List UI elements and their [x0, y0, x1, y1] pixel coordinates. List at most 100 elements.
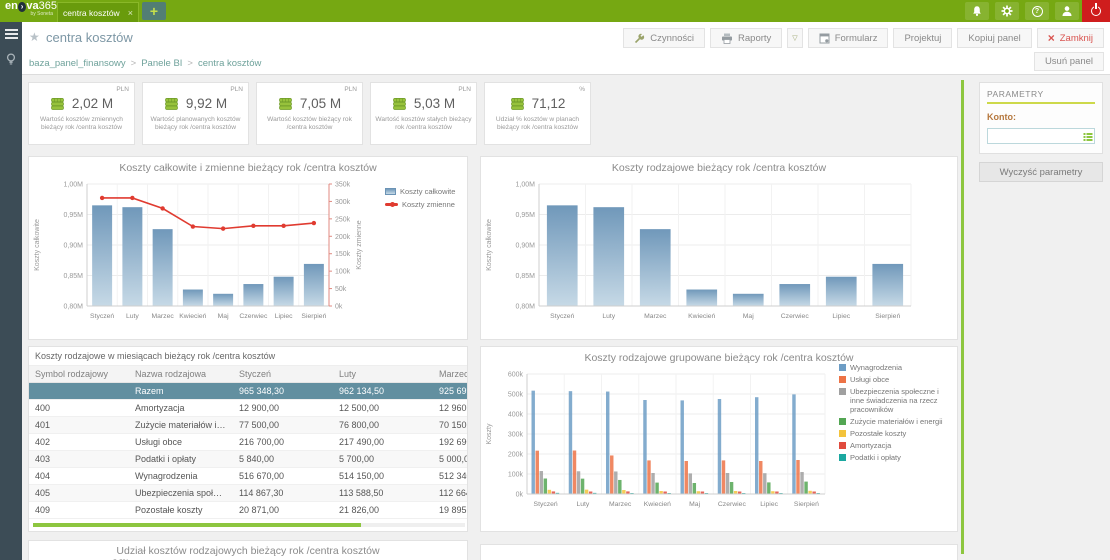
table-row[interactable]: 403Podatki i opłaty5 840,005 700,005 000…: [29, 450, 468, 467]
svg-text:Koszty: Koszty: [486, 423, 493, 445]
svg-text:0,90M: 0,90M: [516, 243, 536, 250]
favorite-star-icon[interactable]: ★: [29, 30, 40, 44]
svg-text:Koszty całkowite: Koszty całkowite: [486, 219, 493, 271]
table-column-header[interactable]: Marzec: [433, 366, 468, 382]
printer-icon: [721, 33, 733, 44]
kpi-value: 9,92 M: [186, 96, 227, 111]
toolbar-buttons: Czynności Raporty ▽ Formularz Projektuj …: [623, 28, 1104, 48]
table-scrollbar[interactable]: [33, 523, 465, 527]
user-button[interactable]: [1055, 2, 1079, 20]
pie-chart-title: Udział kosztów rodzajowych bieżący rok /…: [29, 541, 467, 557]
svg-text:Czerwiec: Czerwiec: [239, 313, 268, 320]
svg-text:Luty: Luty: [602, 313, 615, 320]
lookup-list-icon[interactable]: [1083, 129, 1093, 147]
close-x-icon: ×: [1048, 32, 1055, 44]
zamknij-button[interactable]: × Zamknij: [1037, 28, 1104, 48]
tab-close-icon[interactable]: ×: [128, 8, 133, 18]
breadcrumb-item[interactable]: centra kosztów: [198, 58, 261, 69]
czynnosci-button[interactable]: Czynności: [623, 28, 705, 48]
svg-text:500k: 500k: [508, 392, 524, 399]
table-summary-row[interactable]: Razem965 348,30962 134,50925 699,60: [29, 382, 468, 399]
svg-text:0,80M: 0,80M: [516, 304, 536, 311]
series-swatch-icon: [839, 418, 846, 425]
table-row[interactable]: 402Usługi obce216 700,00217 490,00192 69…: [29, 433, 468, 450]
table-row[interactable]: 405Ubezpieczenia społeczne i inne...114 …: [29, 484, 468, 501]
svg-text:Luty: Luty: [126, 313, 139, 320]
svg-text:350k: 350k: [335, 182, 351, 189]
table-column-header[interactable]: Nazwa rodzajowa: [129, 366, 233, 382]
svg-text:0,85M: 0,85M: [516, 273, 536, 280]
kopiuj-panel-button[interactable]: Kopiuj panel: [957, 28, 1031, 48]
table-row[interactable]: 401Zużycie materiałów i energii77 500,00…: [29, 416, 468, 433]
data-table: Symbol rodzajowyNazwa rodzajowaStyczeńLu…: [29, 366, 468, 519]
gear-icon: [1001, 5, 1013, 17]
combo-chart-legend: Koszty całkowiteKoszty zmienne: [385, 187, 465, 209]
projektuj-label: Projektuj: [904, 33, 941, 44]
svg-text:Marzec: Marzec: [609, 501, 632, 508]
logo-arrow-icon: ›: [18, 2, 26, 12]
svg-text:0,95M: 0,95M: [64, 212, 84, 219]
table-column-header[interactable]: Symbol rodzajowy: [29, 366, 129, 382]
help-button[interactable]: ?: [1025, 2, 1049, 20]
kpi-unit: PLN: [458, 86, 471, 93]
svg-text:300k: 300k: [508, 432, 524, 439]
konto-input[interactable]: [987, 128, 1095, 144]
left-sidebar: [0, 22, 22, 560]
menu-icon[interactable]: [5, 29, 18, 39]
svg-text:200k: 200k: [335, 234, 351, 241]
svg-text:Lipiec: Lipiec: [760, 501, 778, 508]
svg-text:200k: 200k: [508, 452, 524, 459]
bar-chart-title: Koszty rodzajowe bieżący rok /centra kos…: [481, 157, 957, 176]
app-window: en›va365 by Soneta centra kosztów × + ?: [0, 0, 1110, 560]
logout-button[interactable]: [1082, 0, 1110, 22]
kpi-value: 7,05 M: [300, 96, 341, 111]
svg-text:Koszty całkowite: Koszty całkowite: [34, 219, 41, 271]
chevron-down-icon: ▽: [792, 34, 797, 42]
legend-item: Koszty zmienne: [385, 200, 465, 209]
tab-centra-kosztow[interactable]: centra kosztów ×: [57, 2, 139, 22]
projektuj-button[interactable]: Projektuj: [893, 28, 952, 48]
table-row[interactable]: 409Pozostałe koszty20 871,0021 826,0019 …: [29, 501, 468, 518]
kopiuj-panel-label: Kopiuj panel: [968, 33, 1020, 44]
notifications-button[interactable]: [965, 2, 989, 20]
assistant-icon[interactable]: [5, 53, 18, 71]
breadcrumb-item[interactable]: Panele BI: [141, 58, 182, 69]
svg-text:100k: 100k: [335, 269, 351, 276]
page-title: centra kosztów: [46, 30, 133, 45]
table-scrollbar-thumb[interactable]: [33, 523, 361, 527]
raporty-dropdown-button[interactable]: ▽: [787, 28, 802, 48]
svg-text:1,00M: 1,00M: [64, 182, 84, 189]
raporty-label: Raporty: [738, 33, 771, 44]
svg-text:250k: 250k: [335, 216, 351, 223]
grouped-chart-legend: WynagrodzeniaUsługi obceUbezpieczenia sp…: [839, 363, 953, 462]
formularz-button[interactable]: Formularz: [808, 28, 889, 48]
svg-text:Lipiec: Lipiec: [832, 313, 850, 320]
bottom-right-card: [480, 544, 958, 560]
kpi-value: 71,12: [532, 96, 566, 111]
parameters-card: PARAMETRY Konto:: [979, 82, 1103, 154]
table-row[interactable]: 404Wynagrodzenia516 670,00514 150,00512 …: [29, 467, 468, 484]
coins-icon: [164, 97, 179, 111]
legend-item: Wynagrodzenia: [839, 363, 953, 372]
settings-button[interactable]: [995, 2, 1019, 20]
raporty-button[interactable]: Raporty: [710, 28, 782, 48]
kpi-unit: %: [579, 86, 585, 93]
usun-panel-button[interactable]: Usuń panel: [1034, 52, 1104, 71]
svg-text:1,00M: 1,00M: [516, 182, 536, 189]
bar-chart-svg: 1,00M0,95M0,90M0,85M0,80MStyczeńLutyMarz…: [481, 176, 957, 338]
svg-text:Kwiecień: Kwiecień: [688, 313, 715, 320]
kpi-label: Wartość kosztów stałych bieżący rok /cen…: [371, 116, 476, 132]
new-tab-button[interactable]: +: [142, 2, 166, 20]
clear-parameters-button[interactable]: Wyczyść parametry: [979, 162, 1103, 182]
table-row[interactable]: 400Amortyzacja12 900,0012 500,0012 960,0…: [29, 399, 468, 416]
svg-text:Maj: Maj: [743, 313, 754, 320]
kpi-label: Wartość kosztów bieżący rok /centra kosz…: [257, 116, 362, 132]
svg-text:Marzec: Marzec: [151, 313, 174, 320]
svg-text:Marzec: Marzec: [644, 313, 667, 320]
main-scrollbar[interactable]: [961, 80, 964, 554]
breadcrumb-item[interactable]: baza_panel_finansowy: [29, 58, 126, 69]
table-column-header[interactable]: Luty: [333, 366, 433, 382]
legend-item: Ubezpieczenia społeczne i inne świadczen…: [839, 387, 953, 414]
table-column-header[interactable]: Styczeń: [233, 366, 333, 382]
logo-text: en: [5, 1, 18, 12]
